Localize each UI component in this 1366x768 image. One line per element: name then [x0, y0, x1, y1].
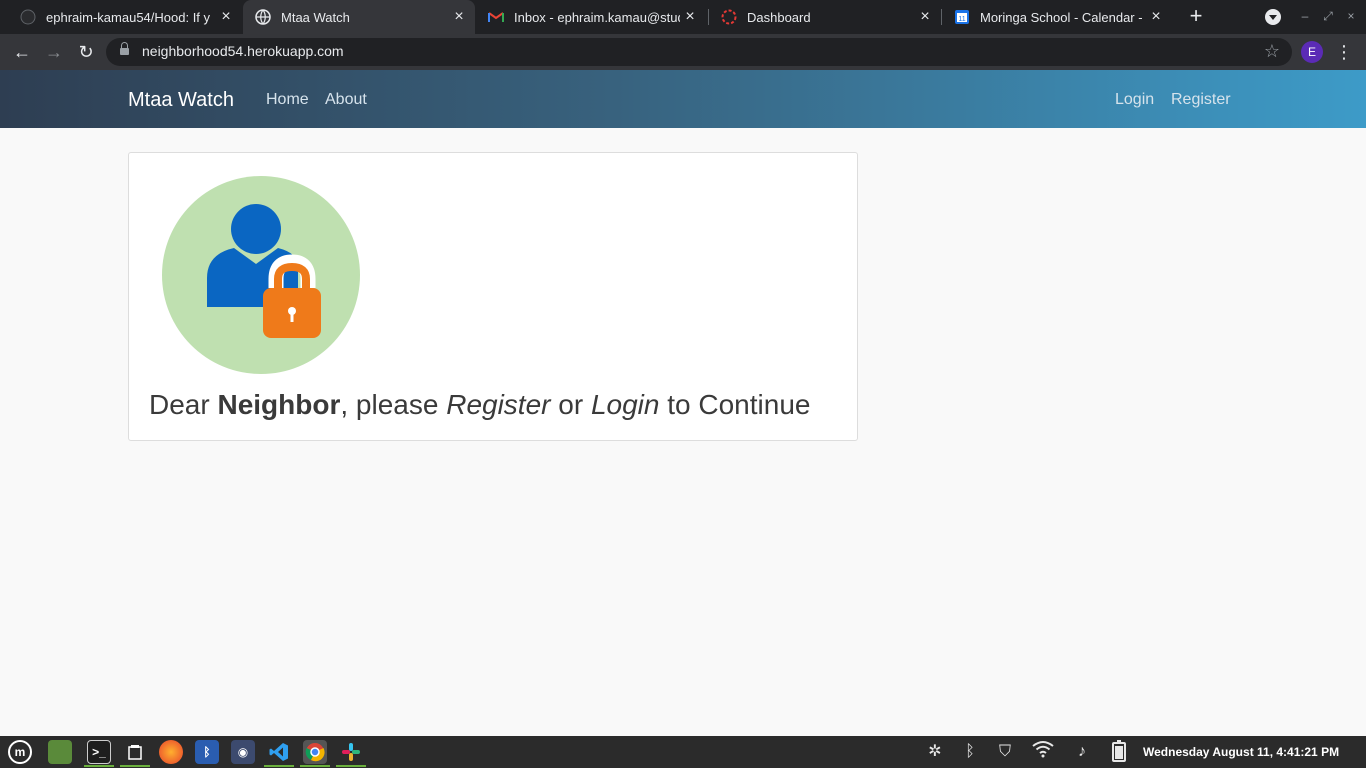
close-tab-icon[interactable]: × — [1146, 8, 1166, 26]
message-login-italic: Login — [590, 389, 660, 420]
tab-title: Dashboard — [747, 9, 811, 25]
battery-icon[interactable] — [1107, 740, 1131, 764]
reload-icon[interactable]: ↻ — [74, 40, 98, 64]
message-text: , please — [340, 389, 447, 420]
browser-menu-icon[interactable]: ⋮ — [1334, 40, 1354, 64]
slack-tray-icon[interactable]: ✲ — [923, 740, 947, 764]
tab-title: Inbox - ephraim.kamau@stud — [514, 9, 680, 25]
terminal-icon[interactable]: >_ — [87, 740, 111, 764]
vscode-icon[interactable] — [267, 740, 291, 764]
tab-title: Mtaa Watch — [281, 9, 350, 25]
new-tab-button[interactable]: + — [1184, 5, 1208, 29]
tab-calendar[interactable]: 11 Moringa School - Calendar - V × — [942, 0, 1172, 34]
svg-text:11: 11 — [958, 16, 965, 23]
camera-app-icon[interactable]: ◉ — [231, 740, 255, 764]
url-text[interactable]: neighborhood54.herokuapp.com — [142, 43, 344, 59]
os-taskbar: m >_ ᛒ ◉ ✲ ᛒ ⛉ ♪ Wednesday August 11, 4:… — [0, 736, 1366, 768]
tab-title: ephraim-kamau54/Hood: If y — [46, 9, 211, 25]
login-prompt-card: Dear Neighbor, please Register or Login … — [128, 152, 858, 441]
tab-gmail[interactable]: Inbox - ephraim.kamau@stud × — [476, 0, 706, 34]
back-icon[interactable]: ← — [10, 40, 34, 64]
close-tab-icon[interactable]: × — [680, 8, 700, 26]
tab-search-icon[interactable] — [1265, 9, 1281, 25]
nav-home-link[interactable]: Home — [266, 91, 309, 109]
browser-toolbar: ← → ↻ neighborhood54.herokuapp.com ☆ — [0, 34, 1366, 70]
shield-icon[interactable]: ⛉ — [993, 740, 1017, 764]
user-lock-icon — [162, 176, 360, 374]
show-desktop-icon[interactable] — [48, 740, 72, 764]
profile-avatar[interactable]: E — [1301, 41, 1323, 63]
bookmark-star-icon[interactable]: ☆ — [1264, 41, 1280, 62]
address-bar[interactable]: neighborhood54.herokuapp.com ☆ — [106, 38, 1292, 66]
sound-icon[interactable]: ♪ — [1070, 740, 1094, 764]
nav-login-link[interactable]: Login — [1115, 91, 1154, 109]
nav-register-link[interactable]: Register — [1171, 91, 1231, 109]
tab-dashboard[interactable]: Dashboard × — [709, 0, 941, 34]
github-icon — [20, 9, 36, 25]
message-text: or — [550, 389, 591, 420]
tab-mtaa-watch[interactable]: Mtaa Watch × — [243, 0, 475, 34]
brand-link[interactable]: Mtaa Watch — [128, 89, 234, 112]
close-tab-icon[interactable]: × — [915, 8, 935, 26]
gmail-icon — [488, 9, 504, 25]
slack-icon[interactable] — [339, 740, 363, 764]
system-clock[interactable]: Wednesday August 11, 4:41:21 PM — [1143, 745, 1339, 759]
dashboard-icon — [721, 9, 737, 25]
close-tab-icon[interactable]: × — [449, 8, 469, 26]
nav-about-link[interactable]: About — [325, 91, 367, 109]
close-tab-icon[interactable]: × — [216, 8, 236, 26]
login-prompt-message: Dear Neighbor, please Register or Login … — [149, 389, 810, 421]
wifi-icon[interactable] — [1031, 740, 1055, 764]
bluetooth-icon[interactable]: ᛒ — [958, 740, 982, 764]
files-icon[interactable] — [123, 740, 147, 764]
restore-icon[interactable]: ⤢ — [1320, 8, 1336, 24]
mint-menu-icon[interactable]: m — [8, 740, 32, 764]
close-window-icon[interactable]: × — [1343, 8, 1359, 24]
firefox-icon[interactable] — [159, 740, 183, 764]
message-register-italic: Register — [446, 389, 551, 420]
chrome-icon[interactable] — [303, 740, 327, 764]
forward-icon[interactable]: → — [42, 40, 66, 64]
message-neighbor-bold: Neighbor — [217, 389, 341, 420]
tab-github[interactable]: ephraim-kamau54/Hood: If y × — [8, 0, 242, 34]
message-text: Dear — [149, 389, 218, 420]
lock-icon — [120, 42, 129, 56]
message-text: to Continue — [659, 389, 811, 420]
bluetooth-app-icon[interactable]: ᛒ — [195, 740, 219, 764]
site-navbar: Mtaa Watch Home About Login Register — [0, 70, 1366, 128]
minimize-icon[interactable]: – — [1297, 8, 1313, 24]
browser-tab-strip: ephraim-kamau54/Hood: If y × Mtaa Watch … — [0, 0, 1366, 34]
calendar-icon: 11 — [954, 9, 970, 25]
tab-title: Moringa School - Calendar - V — [980, 9, 1146, 25]
globe-icon — [255, 9, 271, 25]
